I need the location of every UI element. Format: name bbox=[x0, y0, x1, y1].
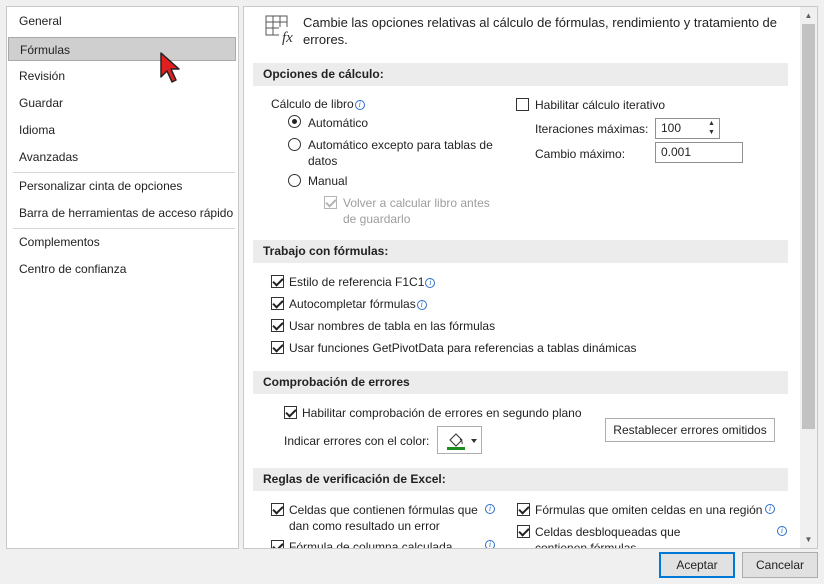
error-color-picker[interactable] bbox=[437, 426, 482, 454]
radio-manual[interactable] bbox=[288, 174, 301, 187]
autocomplete-checkbox[interactable] bbox=[271, 297, 284, 310]
getpivotdata-label: Usar funciones GetPivotData para referen… bbox=[289, 341, 637, 355]
info-icon[interactable]: i bbox=[354, 100, 365, 110]
max-iterations-spinner[interactable]: 100 ▲ ▼ bbox=[655, 118, 720, 139]
nav-item-idioma[interactable]: Idioma bbox=[8, 118, 236, 142]
recalc-before-save-label: Volver a calcular libro antes de guardar… bbox=[343, 196, 490, 226]
table-names-checkbox[interactable] bbox=[271, 319, 284, 332]
nav-item-barra-acceso-rapido[interactable]: Barra de herramientas de acceso rápido bbox=[8, 201, 236, 225]
options-nav: General Fórmulas Revisión Guardar Idioma… bbox=[6, 6, 239, 549]
cells-error-label: Celdas que contienen fórmulas que dan co… bbox=[289, 503, 478, 533]
ok-button[interactable]: Aceptar bbox=[659, 552, 735, 578]
info-icon[interactable]: i bbox=[777, 526, 787, 536]
section-title-calculo: Opciones de cálculo: bbox=[253, 63, 788, 86]
nav-item-guardar[interactable]: Guardar bbox=[8, 91, 236, 115]
scroll-thumb[interactable] bbox=[802, 24, 815, 429]
section-title-reglas: Reglas de verificación de Excel: bbox=[253, 468, 788, 491]
nav-divider bbox=[13, 172, 235, 173]
radio-manual-label: Manual bbox=[308, 174, 348, 188]
iterative-calc-label: Habilitar cálculo iterativo bbox=[535, 98, 666, 112]
error-color-label: Indicar errores con el color: bbox=[284, 434, 430, 448]
info-icon[interactable]: i bbox=[485, 540, 495, 548]
info-icon[interactable]: i bbox=[416, 300, 427, 310]
scroll-down-arrow-icon[interactable]: ▼ bbox=[800, 531, 817, 548]
info-icon[interactable]: i bbox=[485, 504, 495, 514]
background-check-checkbox[interactable] bbox=[284, 406, 297, 419]
iterative-calc-checkbox[interactable] bbox=[516, 98, 529, 111]
max-change-input[interactable]: 0.001 bbox=[655, 142, 743, 163]
radio-automatico-excepto-label: Automático excepto para tablas de datos bbox=[308, 138, 493, 168]
max-iterations-label: Iteraciones máximas: bbox=[535, 122, 649, 136]
recalc-before-save-checkbox[interactable] bbox=[324, 196, 337, 209]
nav-divider bbox=[13, 228, 235, 229]
spinner-arrows-icon[interactable]: ▲ ▼ bbox=[704, 119, 719, 138]
r1c1-label: Estilo de referencia F1C1 i bbox=[289, 274, 436, 290]
scroll-up-arrow-icon[interactable]: ▲ bbox=[800, 7, 817, 24]
workbook-calc-label: Cálculo de libro i bbox=[271, 96, 365, 112]
nav-item-revision[interactable]: Revisión bbox=[8, 64, 236, 88]
table-names-label: Usar nombres de tabla en las fórmulas bbox=[289, 319, 496, 333]
section-title-errores: Comprobación de errores bbox=[253, 371, 788, 394]
formula-fx-icon: fx bbox=[265, 15, 296, 45]
nav-item-centro-confianza[interactable]: Centro de confianza bbox=[8, 257, 236, 281]
column-formula-checkbox[interactable] bbox=[271, 540, 284, 548]
page-description: Cambie las opciones relativas al cálculo… bbox=[303, 15, 778, 47]
info-icon[interactable]: i bbox=[765, 504, 775, 514]
options-panel: fx Cambie las opciones relativas al cálc… bbox=[243, 6, 818, 549]
radio-automatico-label: Automático bbox=[308, 116, 369, 130]
svg-text:fx: fx bbox=[282, 30, 293, 45]
cells-error-checkbox[interactable] bbox=[271, 503, 284, 516]
nav-item-personalizar-cinta[interactable]: Personalizar cinta de opciones bbox=[8, 174, 236, 198]
background-check-label: Habilitar comprobación de errores en seg… bbox=[302, 406, 582, 420]
info-icon[interactable]: i bbox=[425, 278, 436, 288]
cancel-button[interactable]: Cancelar bbox=[742, 552, 818, 578]
omit-cells-checkbox[interactable] bbox=[517, 503, 530, 516]
section-title-formulas: Trabajo con fórmulas: bbox=[253, 240, 788, 263]
max-change-label: Cambio máximo: bbox=[535, 147, 626, 161]
radio-automatico-excepto[interactable] bbox=[288, 138, 301, 151]
getpivotdata-checkbox[interactable] bbox=[271, 341, 284, 354]
nav-item-formulas[interactable]: Fórmulas bbox=[8, 37, 236, 61]
autocomplete-label: Autocompletar fórmulas i bbox=[289, 296, 427, 312]
radio-automatico[interactable] bbox=[288, 115, 301, 128]
paint-bucket-icon bbox=[447, 433, 477, 450]
reset-ignored-errors-button[interactable]: Restablecer errores omitidos bbox=[605, 418, 775, 442]
omit-cells-label: Fórmulas que omiten celdas en una región bbox=[535, 503, 763, 517]
vertical-scrollbar[interactable]: ▲ ▼ bbox=[800, 7, 817, 548]
nav-item-complementos[interactable]: Complementos bbox=[8, 230, 236, 254]
max-iterations-value: 100 bbox=[661, 121, 682, 135]
mouse-cursor-icon bbox=[160, 52, 180, 83]
unlocked-cells-label: Celdas desbloqueadas que contienen fórmu… bbox=[535, 525, 681, 549]
r1c1-checkbox[interactable] bbox=[271, 275, 284, 288]
nav-item-general[interactable]: General bbox=[8, 9, 236, 33]
unlocked-cells-checkbox[interactable] bbox=[517, 525, 530, 538]
nav-item-avanzadas[interactable]: Avanzadas bbox=[8, 145, 236, 169]
column-formula-label: Fórmula de columna calculada bbox=[289, 540, 453, 549]
